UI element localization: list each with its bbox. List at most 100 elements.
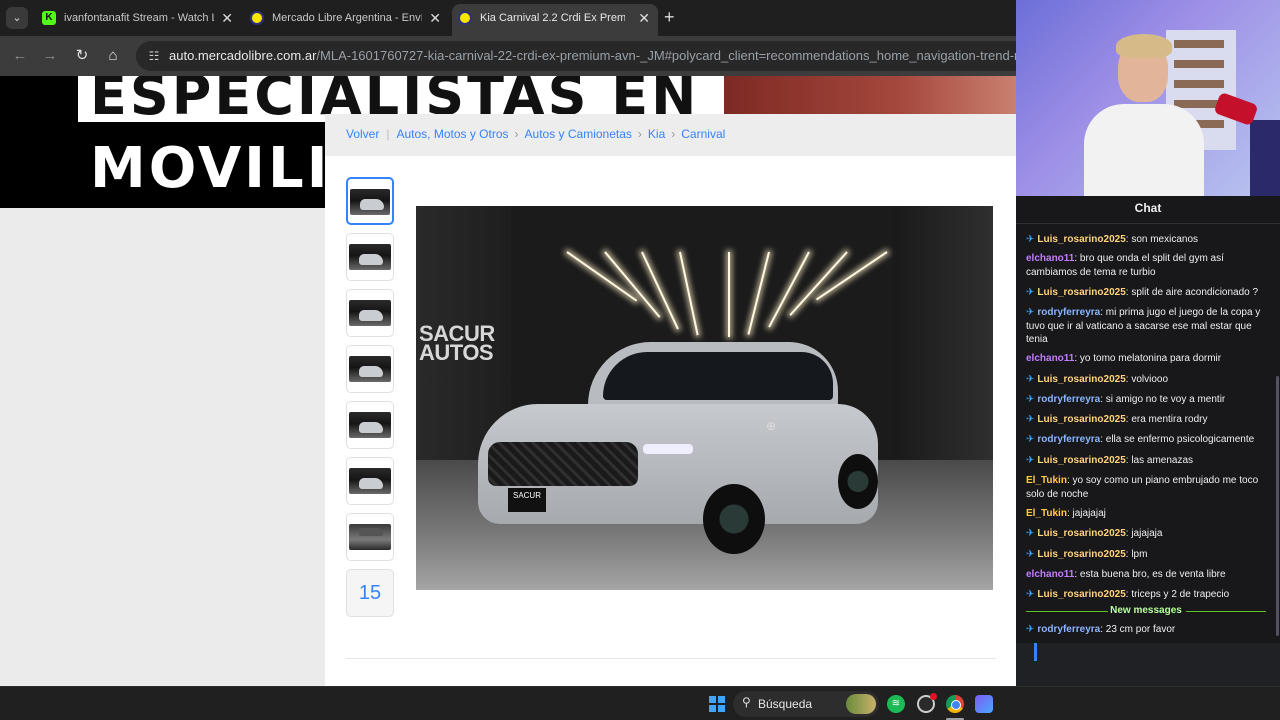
chat-text: era mentira rodry (1131, 414, 1208, 425)
home-icon[interactable]: ⌂ (103, 46, 123, 66)
chat-username[interactable]: El_Tukin (1026, 475, 1067, 486)
tab-kia-carnival[interactable]: Kia Carnival 2.2 Crdi Ex Premium A ✕ (452, 4, 658, 36)
breadcrumb-item-autos-motos[interactable]: Autos, Motos y Otros (396, 127, 508, 141)
user-badge-icon: ✈ (1026, 549, 1035, 560)
site-settings-icon[interactable]: ☷ (146, 48, 162, 64)
search-highlight-image (846, 694, 876, 714)
close-tab-icon[interactable]: ✕ (429, 4, 441, 32)
chat-username[interactable]: Luis_rosarino2025 (1037, 374, 1125, 385)
tab-kick-stream[interactable]: K ivanfontanafit Stream - Watch Live ✕ (36, 4, 241, 36)
gallery-thumbnail[interactable] (346, 513, 394, 561)
app-icon[interactable] (975, 695, 993, 713)
steam-icon[interactable] (917, 693, 937, 713)
chat-username[interactable]: Luis_rosarino2025 (1037, 414, 1125, 425)
back-arrow-icon[interactable]: ← (10, 46, 30, 66)
chat-username[interactable]: elchano11 (1026, 353, 1074, 364)
back-link[interactable]: Volver (346, 127, 379, 141)
user-badge-icon: ✈ (1026, 307, 1035, 318)
streamer (1076, 34, 1206, 196)
chat-username[interactable]: rodryferreyra (1037, 307, 1100, 318)
gallery-thumbnail[interactable] (346, 345, 394, 393)
mercadolibre-icon (250, 11, 264, 25)
chevron-right-icon: › (671, 127, 676, 141)
forward-arrow-icon[interactable]: → (40, 46, 60, 66)
chat-text: son mexicanos (1131, 234, 1199, 245)
chat-username[interactable]: Luis_rosarino2025 (1037, 589, 1125, 600)
user-badge-icon: ✈ (1026, 414, 1035, 425)
chat-text: 23 cm por favor (1105, 624, 1176, 635)
photo-led-strip (768, 251, 810, 328)
url-domain: auto.mercadolibre.com.ar (169, 48, 317, 63)
product-content: 15 SACUR AUTOS SACUR ⊕ (325, 156, 1016, 686)
chat-username[interactable]: rodryferreyra (1037, 434, 1100, 445)
chat-text: triceps y 2 de trapecio (1131, 589, 1230, 600)
user-badge-icon: ✈ (1026, 455, 1035, 466)
chat-scrollbar[interactable] (1276, 376, 1279, 636)
tab-search-menu-button[interactable]: ⌄ (6, 7, 28, 29)
windows-start-icon[interactable] (709, 696, 725, 712)
chat-input-cursor (1034, 643, 1037, 661)
chat-username[interactable]: Luis_rosarino2025 (1037, 455, 1125, 466)
main-product-photo[interactable]: SACUR AUTOS SACUR ⊕ (416, 206, 993, 590)
chat-message: ✈ rodryferreyra: ella se enfermo psicolog… (1026, 433, 1271, 447)
chat-username[interactable]: Luis_rosarino2025 (1037, 528, 1125, 539)
user-badge-icon: ✈ (1026, 434, 1035, 445)
photo-led-strip (641, 251, 679, 330)
gallery-thumbnail[interactable] (346, 289, 394, 337)
new-tab-button[interactable]: + (664, 7, 675, 27)
gallery-thumbnail[interactable] (346, 233, 394, 281)
chat-username[interactable]: rodryferreyra (1037, 624, 1100, 635)
chat-message: ✈ Luis_rosarino2025: son mexicanos (1026, 233, 1271, 247)
chat-message: ✈ rodryferreyra: 23 cm por favor (1026, 623, 1271, 637)
chat-username[interactable]: Luis_rosarino2025 (1037, 234, 1125, 245)
close-tab-icon[interactable]: ✕ (221, 4, 233, 32)
tab-mercadolibre-home[interactable]: Mercado Libre Argentina - Envíos ✕ (244, 4, 449, 36)
windows-taskbar: ⚲ Búsqueda ≋ (0, 686, 1280, 720)
breadcrumb-item-autos-camionetas[interactable]: Autos y Camionetas (525, 127, 632, 141)
chat-text: si amigo no te voy a mentir (1105, 394, 1226, 405)
chat-divider (1016, 223, 1280, 224)
chat-username[interactable]: Luis_rosarino2025 (1037, 287, 1125, 298)
breadcrumb-item-kia[interactable]: Kia (648, 127, 665, 141)
gallery-thumbnail[interactable] (346, 401, 394, 449)
user-badge-icon: ✈ (1026, 624, 1035, 635)
chat-username[interactable]: elchano11 (1026, 253, 1074, 264)
reload-icon[interactable]: ↻ (72, 46, 92, 66)
chat-message: ✈ Luis_rosarino2025: triceps y 2 de trape… (1026, 588, 1271, 602)
chat-text: volviooo (1131, 374, 1169, 385)
chat-username[interactable]: Luis_rosarino2025 (1037, 549, 1125, 560)
zoom-magnifier-icon: ⊕ (766, 419, 777, 433)
chat-message: ✈ rodryferreyra: si amigo no te voy a men… (1026, 393, 1271, 407)
user-badge-icon: ✈ (1026, 287, 1035, 298)
chat-username[interactable]: elchano11 (1026, 569, 1074, 580)
user-badge-icon: ✈ (1026, 394, 1035, 405)
user-badge-icon: ✈ (1026, 374, 1035, 385)
chevron-right-icon: › (514, 127, 519, 141)
gallery-more-photos-button[interactable]: 15 (346, 569, 394, 617)
tab-title: Mercado Libre Argentina - Envíos (272, 12, 422, 24)
chat-text: yo tomo melatonina para dormir (1079, 353, 1222, 364)
breadcrumb-item-carnival[interactable]: Carnival (681, 127, 725, 141)
chat-username[interactable]: rodryferreyra (1037, 394, 1100, 405)
spotify-icon[interactable]: ≋ (887, 695, 905, 713)
streamer-webcam (1016, 0, 1280, 196)
chat-message: ✈ rodryferreyra: mi prima jugo el juego d… (1026, 306, 1271, 347)
chat-username[interactable]: El_Tukin (1026, 508, 1067, 519)
taskbar-search[interactable]: ⚲ Búsqueda (733, 691, 879, 717)
close-tab-icon[interactable]: ✕ (638, 4, 650, 32)
gallery-thumbnail[interactable] (346, 457, 394, 505)
breadcrumb: Volver | Autos, Motos y Otros › Autos y Cami… (325, 114, 1016, 156)
stream-chat: Chat ✈ Luis_rosarino2025: son mexicanos el… (1016, 196, 1280, 643)
url-text: auto.mercadolibre.com.ar/MLA-1601760727-… (169, 48, 1049, 63)
kick-icon: K (42, 11, 56, 25)
chat-text: esta buena bro, es de venta libre (1079, 569, 1226, 580)
mercadolibre-icon (458, 11, 472, 25)
chat-message: ✈ Luis_rosarino2025: split de aire acondi… (1026, 286, 1271, 300)
chrome-icon[interactable] (946, 695, 964, 713)
taskbar-search-label: Búsqueda (758, 697, 813, 711)
web-page: ESPECIALISTAS EN MOVILI Volver | Autos, Mo… (0, 76, 1016, 686)
photo-led-strip (679, 251, 699, 336)
chat-text: jajajajaj (1072, 508, 1106, 519)
gallery-thumbnail[interactable] (346, 177, 394, 225)
chat-text: split de aire acondicionado ? (1131, 287, 1259, 298)
